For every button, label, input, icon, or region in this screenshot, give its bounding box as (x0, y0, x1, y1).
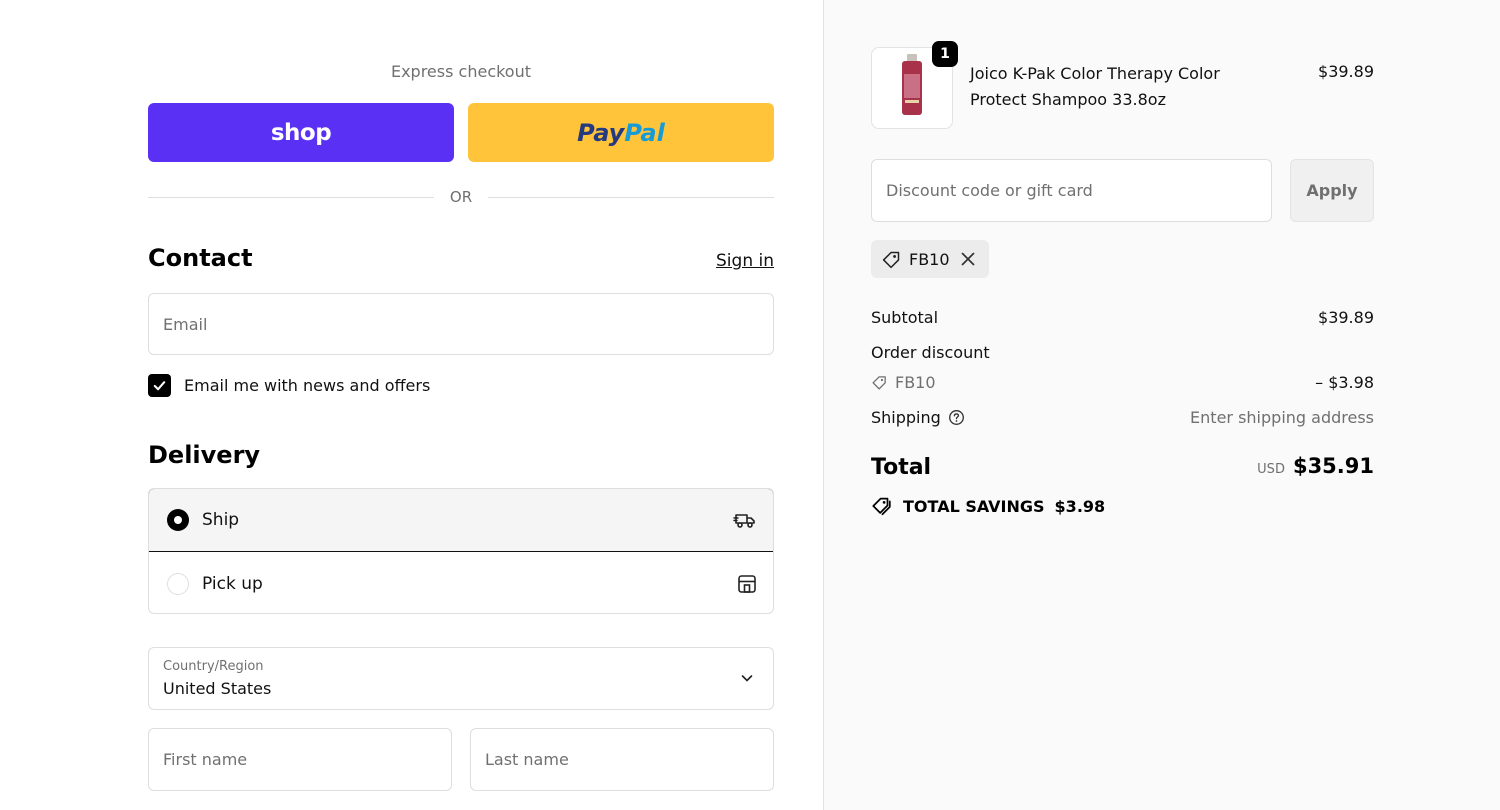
sign-in-link[interactable]: Sign in (690, 251, 774, 271)
shop-pay-button[interactable]: shop (148, 103, 454, 162)
delivery-option-ship[interactable]: Ship (149, 489, 773, 552)
express-checkout-label: Express checkout (390, 62, 532, 81)
email-field-wrapper (148, 293, 774, 355)
or-divider: OR (148, 186, 775, 208)
checkmark-icon (153, 381, 166, 391)
remove-discount-icon[interactable] (959, 250, 977, 268)
discount-code-label: FB10 (895, 373, 936, 392)
tag-icon (882, 251, 900, 268)
savings-label: TOTAL SAVINGS (903, 496, 1045, 516)
paypal-logo-pal: Pal (624, 118, 665, 147)
ship-radio[interactable] (167, 509, 189, 531)
order-discount-label: Order discount (871, 343, 990, 362)
pickup-radio[interactable] (167, 572, 189, 595)
applied-discount-tag: FB10 (871, 240, 989, 278)
discount-value: – $3.98 (1315, 373, 1374, 392)
checkout-form-panel: Express checkout shop Pay Pal OR Contact … (0, 0, 823, 810)
discount-code-row: FB10 (871, 373, 936, 392)
paypal-logo-pay: Pay (577, 118, 625, 147)
divider-line (488, 196, 775, 198)
discount-code-field[interactable] (872, 160, 1271, 221)
subtotal-label: Subtotal (871, 308, 939, 327)
first-name-wrapper (148, 728, 452, 791)
or-text: OR (449, 188, 473, 206)
country-select[interactable]: Country/Region United States (148, 647, 774, 710)
divider-line (148, 196, 434, 198)
delivery-option-pickup[interactable]: Pick up (149, 552, 773, 613)
product-name: Joico K-Pak Color Therapy Color Protect … (970, 64, 1220, 109)
pickup-label: Pick up (202, 573, 263, 594)
country-caption: Country/Region (163, 659, 264, 674)
first-name-field[interactable] (149, 729, 451, 790)
last-name-wrapper (470, 728, 774, 791)
savings-tag-icon (872, 497, 891, 516)
newsletter-label: Email me with news and offers (184, 376, 431, 395)
shipping-label: Shipping (871, 408, 941, 427)
total-value: $35.91 (1292, 454, 1374, 478)
savings-value: $3.98 (1054, 496, 1106, 516)
contact-heading: Contact (148, 244, 253, 272)
applied-code-text: FB10 (909, 249, 950, 269)
last-name-field[interactable] (471, 729, 773, 790)
help-circle-icon[interactable] (948, 409, 965, 426)
store-icon (738, 574, 756, 593)
delivery-heading: Delivery (148, 441, 261, 469)
country-value: United States (163, 679, 272, 698)
paypal-button[interactable]: Pay Pal (468, 103, 774, 162)
total-amount-group: USD $35.91 (1257, 454, 1374, 478)
quantity-badge: 1 (932, 41, 958, 67)
discount-field-wrapper (871, 159, 1272, 222)
apply-discount-button[interactable]: Apply (1290, 159, 1374, 222)
total-label: Total (871, 455, 932, 480)
product-price: $39.89 (1318, 62, 1374, 81)
newsletter-checkbox[interactable] (148, 374, 171, 397)
delivery-method-group: Ship Pick up (148, 488, 774, 614)
email-field[interactable] (149, 294, 773, 354)
subtotal-value: $39.89 (1318, 308, 1374, 327)
currency-code: USD (1257, 462, 1285, 477)
newsletter-checkbox-row[interactable]: Email me with news and offers (148, 374, 430, 397)
total-savings-row: TOTAL SAVINGS $3.98 (871, 495, 1105, 517)
truck-icon (733, 514, 755, 528)
chevron-down-icon (741, 675, 753, 682)
shipping-value: Enter shipping address (1190, 408, 1374, 427)
shipping-row: Shipping (871, 408, 965, 427)
shop-pay-logo: shop (270, 119, 332, 146)
ship-label: Ship (202, 510, 240, 530)
tag-icon (872, 376, 886, 390)
